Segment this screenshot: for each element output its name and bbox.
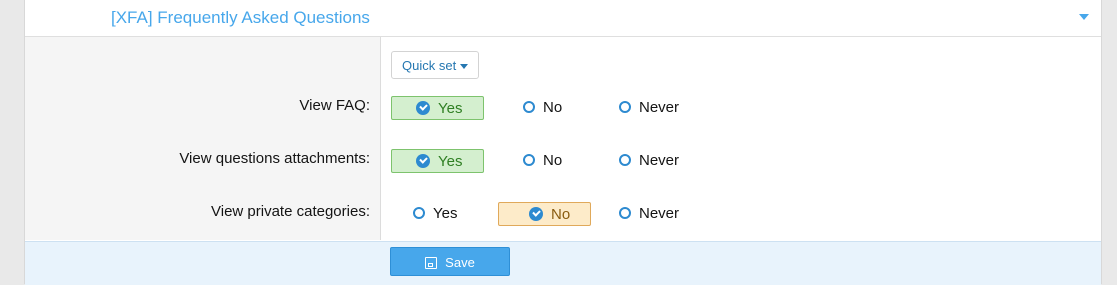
radio-icon — [619, 154, 631, 167]
option-label: No — [543, 99, 563, 116]
radio-icon — [413, 207, 425, 220]
view-private-never-option[interactable]: Never — [619, 202, 679, 226]
check-circle-icon — [416, 154, 430, 169]
section-title[interactable]: [XFA] Frequently Asked Questions — [111, 8, 370, 28]
option-label: Yes — [438, 153, 463, 170]
view-private-no-option[interactable]: No — [498, 202, 591, 226]
option-label: Never — [639, 99, 680, 116]
panel-header: [XFA] Frequently Asked Questions — [25, 0, 1101, 37]
option-label: No — [551, 206, 571, 223]
view-attachments-no-option[interactable]: No — [523, 149, 562, 173]
quick-set-dropdown[interactable]: Quick set — [391, 51, 480, 79]
check-circle-icon — [529, 207, 543, 222]
option-label: Yes — [433, 205, 458, 222]
view-faq-no-option[interactable]: No — [523, 96, 562, 120]
save-icon — [425, 256, 438, 269]
option-label: Never — [639, 205, 680, 222]
labels-column: View FAQ: View questions attachments: Vi… — [25, 37, 381, 240]
radio-icon — [619, 207, 631, 220]
option-label: Yes — [438, 100, 463, 117]
view-faq-never-option[interactable]: Never — [619, 96, 679, 120]
check-circle-icon — [416, 101, 430, 116]
options-column: Quick set Yes No Never Yes No Never Yes … — [381, 37, 1101, 240]
radio-icon — [523, 154, 535, 167]
caret-down-icon — [460, 64, 469, 70]
view-attachments-yes-option[interactable]: Yes — [391, 149, 484, 173]
view-private-yes-option[interactable]: Yes — [413, 202, 457, 226]
view-faq-yes-option[interactable]: Yes — [391, 96, 484, 120]
row-label-view-private: View private categories: — [211, 203, 370, 220]
radio-icon — [619, 101, 631, 114]
save-button[interactable]: Save — [390, 247, 510, 276]
row-label-view-attachments: View questions attachments: — [179, 150, 370, 167]
radio-icon — [523, 101, 535, 114]
option-label: No — [543, 152, 563, 169]
option-label: Never — [639, 152, 680, 169]
form-footer: Save — [25, 241, 1101, 285]
chevron-down-icon[interactable] — [1079, 14, 1089, 20]
view-attachments-never-option[interactable]: Never — [619, 149, 679, 173]
permission-panel: [XFA] Frequently Asked Questions View FA… — [24, 0, 1102, 285]
quick-set-label: Quick set — [402, 58, 457, 73]
save-button-label: Save — [445, 255, 475, 270]
row-label-view-faq: View FAQ: — [299, 97, 370, 114]
